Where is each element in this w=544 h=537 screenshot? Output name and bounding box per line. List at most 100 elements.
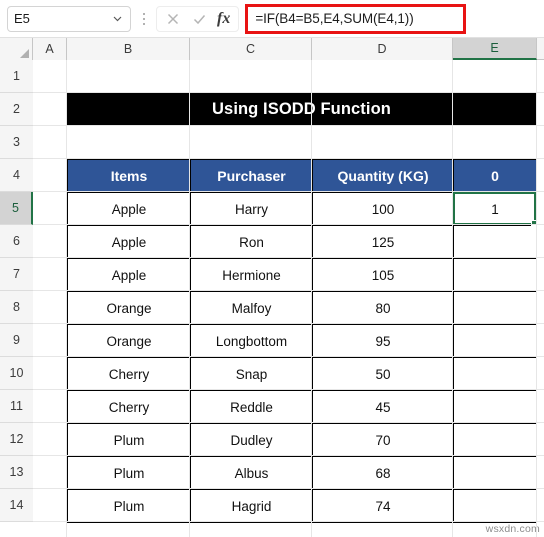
table-cell[interactable]: 68 — [312, 456, 454, 490]
table-cell[interactable] — [453, 423, 537, 457]
more-options-icon[interactable] — [136, 6, 152, 32]
row-header-7[interactable]: 7 — [0, 258, 33, 291]
table-cell[interactable]: Longbottom — [190, 324, 313, 358]
column-header-c[interactable]: C — [190, 38, 312, 60]
table-cell[interactable]: Cherry — [67, 390, 191, 424]
table-cell[interactable]: 125 — [312, 225, 454, 259]
table-cell[interactable]: 45 — [312, 390, 454, 424]
cell-area[interactable]: Using ISODD Function Items Purchaser Quant… — [33, 60, 544, 537]
table-cell[interactable] — [453, 258, 537, 292]
table-cell[interactable]: 70 — [312, 423, 454, 457]
row-header-9[interactable]: 9 — [0, 324, 33, 357]
table-cell[interactable]: 95 — [312, 324, 454, 358]
table-cell[interactable] — [453, 324, 537, 358]
table-row[interactable]: Plum Albus 68 — [67, 456, 537, 490]
table-cell[interactable]: Reddle — [190, 390, 313, 424]
table-row[interactable]: Apple Hermione 105 — [67, 258, 537, 292]
row-header-label: 5 — [12, 201, 19, 215]
select-all-corner[interactable] — [0, 38, 33, 60]
table-cell[interactable]: Cherry — [67, 357, 191, 391]
table-cell[interactable]: Dudley — [190, 423, 313, 457]
table-cell[interactable]: Plum — [67, 489, 191, 523]
table-cell[interactable]: Snap — [190, 357, 313, 391]
table-row[interactable]: Plum Hagrid 74 — [67, 489, 537, 523]
spreadsheet-grid[interactable]: ABCDE 1 2 3 4 5 6 7 8 9 10 11 12 13 14 Using ISODD Fu… — [0, 38, 544, 537]
table-cell[interactable]: 1 — [453, 192, 537, 226]
table-row[interactable]: Plum Dudley 70 — [67, 423, 537, 457]
name-box[interactable]: E5 — [7, 5, 131, 32]
table-row[interactable]: Orange Longbottom 95 — [67, 324, 537, 358]
row-header-4[interactable]: 4 — [0, 159, 33, 192]
column-header-b[interactable]: B — [67, 38, 190, 60]
table-cell[interactable]: 100 — [312, 192, 454, 226]
table-row[interactable]: Cherry Snap 50 — [67, 357, 537, 391]
table-column-header: Items — [67, 159, 191, 193]
gridline-horizontal — [33, 422, 544, 423]
table-cell[interactable] — [453, 489, 537, 523]
column-header-a[interactable]: A — [33, 38, 67, 60]
row-header-label: 9 — [13, 333, 20, 347]
close-x-icon[interactable] — [162, 8, 184, 30]
row-header-8[interactable]: 8 — [0, 291, 33, 324]
table-cell[interactable] — [453, 390, 537, 424]
gridline-horizontal — [33, 224, 544, 225]
table-body: Apple Harry 100 1 Apple Ron 125 Apple Hermione 10… — [67, 192, 537, 523]
row-header-12[interactable]: 12 — [0, 423, 33, 456]
row-header-6[interactable]: 6 — [0, 225, 33, 258]
title-banner: Using ISODD Function — [67, 93, 536, 126]
row-header-14[interactable]: 14 — [0, 489, 33, 522]
table-cell[interactable]: Hagrid — [190, 489, 313, 523]
table-cell[interactable]: Apple — [67, 258, 191, 292]
table-cell[interactable]: 80 — [312, 291, 454, 325]
formula-input[interactable]: =IF(B4=B5,E4,SUM(E4,1)) — [245, 3, 466, 34]
table-cell[interactable]: 105 — [312, 258, 454, 292]
column-header-label: D — [377, 42, 387, 56]
table-cell[interactable]: Plum — [67, 456, 191, 490]
chevron-down-icon[interactable] — [111, 12, 124, 25]
table-cell[interactable]: Apple — [67, 225, 191, 259]
row-header-2[interactable]: 2 — [0, 93, 33, 126]
table-cell[interactable]: Harry — [190, 192, 313, 226]
table-column-header: Quantity (KG) — [312, 159, 454, 193]
gridline-vertical — [189, 60, 190, 537]
table-cell[interactable]: Orange — [67, 324, 191, 358]
table-cell[interactable]: Hermione — [190, 258, 313, 292]
table-cell[interactable]: 74 — [312, 489, 454, 523]
row-header-label: 10 — [9, 366, 24, 380]
table-cell[interactable]: Albus — [190, 456, 313, 490]
table-cell[interactable] — [453, 456, 537, 490]
checkmark-icon[interactable] — [188, 8, 210, 30]
table-cell[interactable]: 50 — [312, 357, 454, 391]
table-cell[interactable]: Malfoy — [190, 291, 313, 325]
fx-insert-function-icon[interactable]: fx — [214, 10, 233, 28]
row-header-10[interactable]: 10 — [0, 357, 33, 390]
row-header-11[interactable]: 11 — [0, 390, 33, 423]
row-header-13[interactable]: 13 — [0, 456, 33, 489]
table-cell[interactable] — [453, 225, 537, 259]
gridline-horizontal — [33, 323, 544, 324]
column-header-e[interactable]: E — [453, 38, 537, 60]
table-cell[interactable]: Ron — [190, 225, 313, 259]
row-header-label: 13 — [9, 465, 24, 479]
table-cell[interactable] — [453, 357, 537, 391]
gridline-vertical — [452, 60, 453, 537]
table-cell[interactable]: Orange — [67, 291, 191, 325]
table-cell[interactable] — [453, 291, 537, 325]
table-row[interactable]: Cherry Reddle 45 — [67, 390, 537, 424]
row-header-label: 12 — [9, 432, 24, 446]
table-row[interactable]: Apple Harry 100 1 — [67, 192, 537, 226]
table-cell[interactable]: Apple — [67, 192, 191, 226]
table-row[interactable]: Apple Ron 125 — [67, 225, 537, 259]
row-header-label: 11 — [10, 399, 23, 413]
row-header-1[interactable]: 1 — [0, 60, 33, 93]
table-row[interactable]: Orange Malfoy 80 — [67, 291, 537, 325]
row-header-5[interactable]: 5 — [0, 192, 33, 225]
column-header-row: A B C D E — [0, 38, 544, 60]
row-header-label: 3 — [13, 135, 20, 149]
gridline-horizontal — [33, 521, 544, 522]
row-header-3[interactable]: 3 — [0, 126, 33, 159]
column-header-d[interactable]: D — [312, 38, 453, 60]
row-header-label: 2 — [13, 102, 20, 116]
gridline-vertical — [311, 60, 312, 537]
table-cell[interactable]: Plum — [67, 423, 191, 457]
